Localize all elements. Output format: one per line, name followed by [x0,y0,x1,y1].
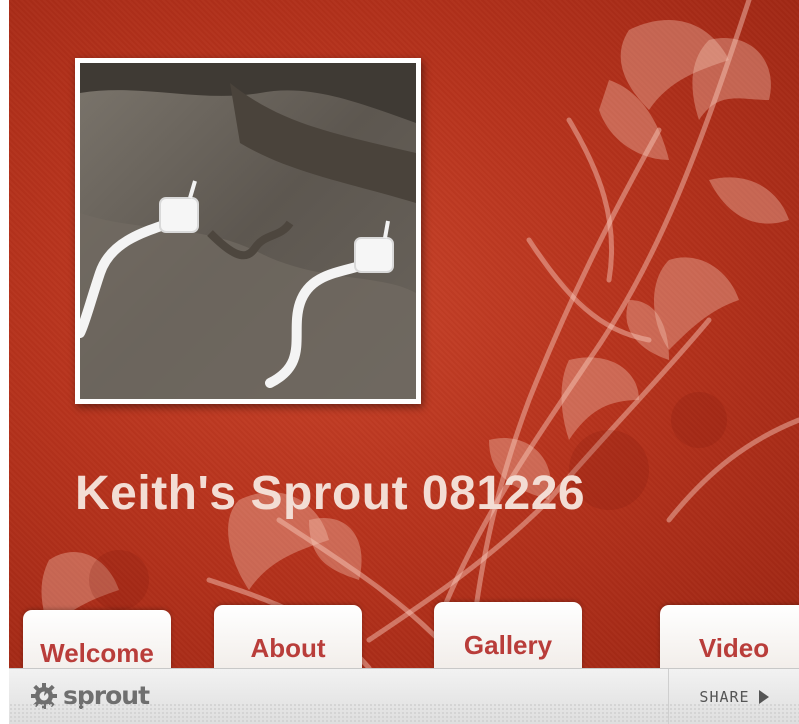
brand-name: sprout [63,680,150,710]
sprout-brand-link[interactable]: sprout [29,679,150,711]
stage: Keith's Sprout 081226 [9,0,799,668]
tab-video[interactable]: Video [660,605,799,675]
tab-gallery-label: Gallery [463,630,553,660]
tab-about[interactable]: About [214,605,362,675]
tab-welcome-label: Welcome [40,638,154,668]
play-arrow-icon [758,690,769,704]
share-label: SHARE [699,688,750,706]
tab-about-label: About [250,633,326,663]
photo-image-icon [80,63,416,399]
sprout-widget: Keith's Sprout 081226 Welcome About Gall… [9,0,799,724]
page-title: Keith's Sprout 081226 [75,467,586,520]
sprout-logo-icon [31,683,57,709]
tab-gallery[interactable]: Gallery [434,602,582,672]
photo-frame[interactable] [75,58,421,404]
tab-video-label: Video [698,633,770,663]
share-button[interactable]: SHARE [668,669,799,724]
footer-bar: sprout SHARE [9,668,799,724]
